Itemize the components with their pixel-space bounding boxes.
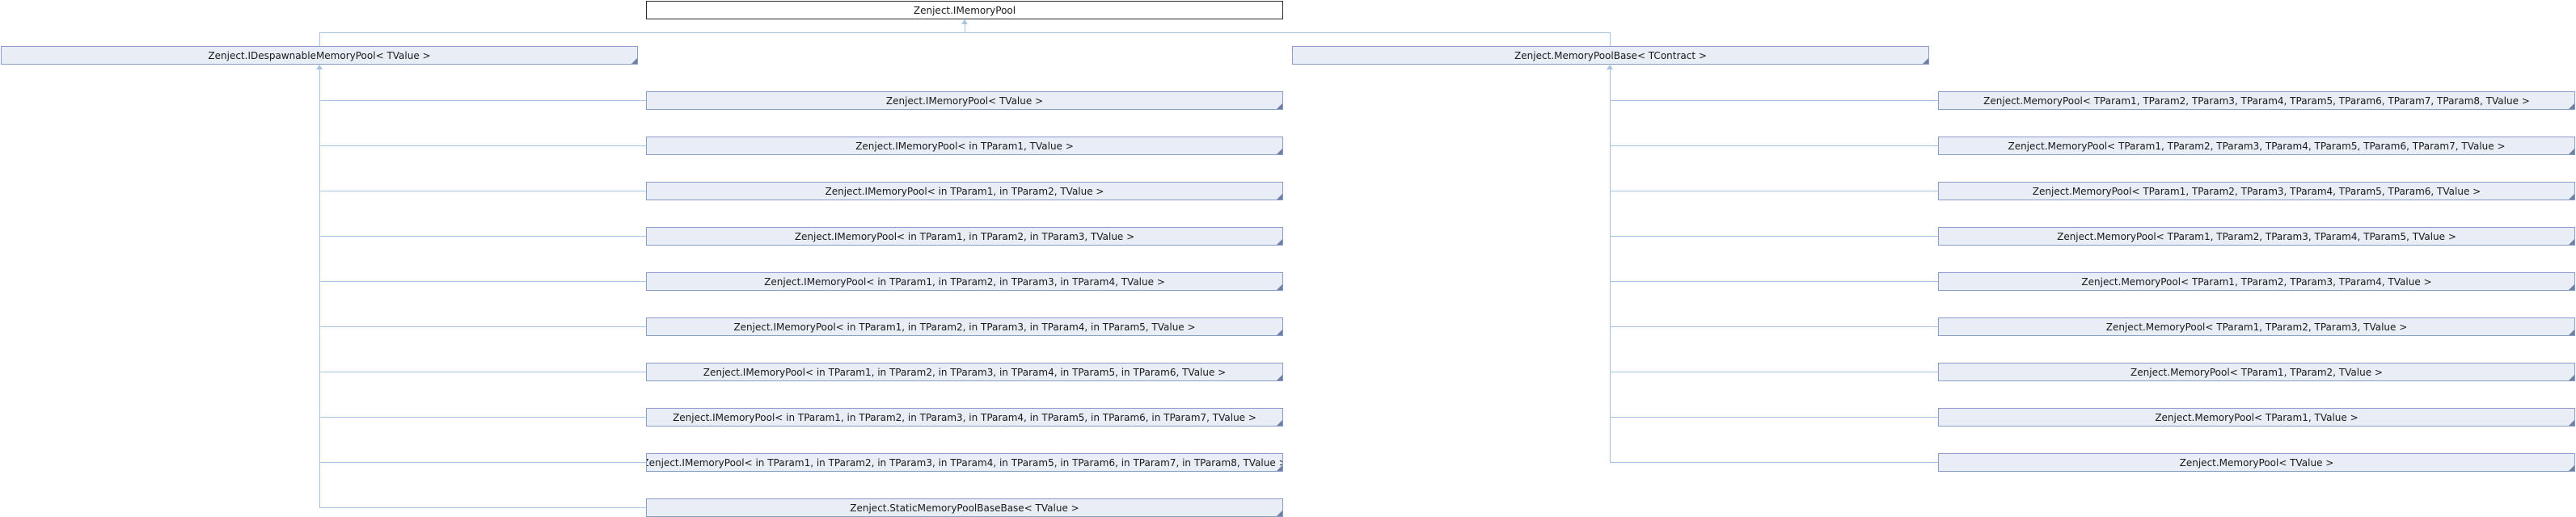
node-corner-marker — [2569, 194, 2574, 200]
node-right-child[interactable]: Zenject.MemoryPool< TParam1, TParam2, TP… — [1938, 317, 2575, 336]
connector-line — [319, 32, 1611, 33]
node-right-child[interactable]: Zenject.MemoryPool< TParam1, TValue > — [1938, 408, 2575, 427]
node-label: Zenject.IMemoryPool< in TParam1, in TPar… — [703, 366, 1227, 378]
node-right-child[interactable]: Zenject.MemoryPool< TParam1, TParam2, TP… — [1938, 272, 2575, 291]
node-right-child[interactable]: Zenject.MemoryPool< TParam1, TParam2, TV… — [1938, 363, 2575, 381]
connector-line — [1610, 281, 1938, 282]
node-left-child[interactable]: Zenject.IMemoryPool< in TParam1, in TPar… — [646, 363, 1283, 381]
node-left-child[interactable]: Zenject.IMemoryPool< in TParam1, in TPar… — [646, 453, 1283, 472]
connector-line — [319, 145, 646, 146]
node-label: Zenject.IMemoryPool< in TParam1, in TPar… — [764, 275, 1165, 288]
node-left-child[interactable]: Zenject.IMemoryPool< in TParam1, in TPar… — [646, 408, 1283, 427]
node-left-child[interactable]: Zenject.IMemoryPool< in TParam1, in TPar… — [646, 317, 1283, 336]
node-right-parent[interactable]: Zenject.MemoryPoolBase< TContract > — [1292, 46, 1929, 65]
connector-line — [319, 69, 320, 508]
connector-line — [1610, 145, 1938, 146]
node-left-child[interactable]: Zenject.IMemoryPool< in TParam1, in TPar… — [646, 227, 1283, 246]
node-label: Zenject.MemoryPool< TParam1, TParam2, TP… — [2008, 140, 2506, 152]
node-corner-marker — [2569, 465, 2574, 471]
node-left-parent[interactable]: Zenject.IDespawnableMemoryPool< TValue > — [1, 46, 638, 65]
node-corner-marker — [1277, 239, 1282, 245]
connector-line — [319, 417, 646, 418]
node-right-child[interactable]: Zenject.MemoryPool< TParam1, TParam2, TP… — [1938, 91, 2575, 110]
node-corner-marker — [1277, 330, 1282, 335]
node-corner-marker — [1277, 511, 1282, 516]
node-right-child[interactable]: Zenject.MemoryPool< TValue > — [1938, 453, 2575, 472]
node-corner-marker — [2569, 103, 2574, 109]
connector-line — [1610, 69, 1611, 463]
node-label: Zenject.IDespawnableMemoryPool< TValue > — [208, 49, 431, 61]
connector-line — [1610, 462, 1938, 463]
node-corner-marker — [2569, 149, 2574, 154]
node-left-child[interactable]: Zenject.IMemoryPool< TValue > — [646, 91, 1283, 110]
connector-line — [1610, 326, 1938, 327]
connector-line — [1610, 417, 1938, 418]
node-label: Zenject.IMemoryPool< in TParam1, in TPar… — [733, 321, 1196, 333]
node-left-child[interactable]: Zenject.IMemoryPool< in TParam1, TValue … — [646, 137, 1283, 155]
connector-line — [319, 281, 646, 282]
node-right-child[interactable]: Zenject.MemoryPool< TParam1, TParam2, TP… — [1938, 137, 2575, 155]
connector-line — [1610, 32, 1611, 46]
connector-line — [319, 507, 646, 508]
node-corner-marker — [1277, 465, 1282, 471]
connector-line — [319, 100, 646, 101]
node-label: Zenject.MemoryPool< TParam1, TValue > — [2155, 411, 2359, 423]
node-label: Zenject.IMemoryPool< TValue > — [885, 95, 1044, 107]
node-label: Zenject.MemoryPool< TParam1, TParam2, TP… — [1983, 95, 2530, 107]
node-corner-marker — [2569, 330, 2574, 335]
node-right-child[interactable]: Zenject.MemoryPool< TParam1, TParam2, TP… — [1938, 227, 2575, 246]
node-corner-marker — [2569, 420, 2574, 426]
node-label: Zenject.IMemoryPool< in TParam1, in TPar… — [825, 185, 1104, 197]
node-corner-marker — [2569, 375, 2574, 380]
node-label: Zenject.IMemoryPool< in TParam1, TValue … — [855, 140, 1074, 152]
connector-line — [319, 236, 646, 237]
connector-line — [319, 462, 646, 463]
node-root[interactable]: Zenject.IMemoryPool — [646, 1, 1283, 19]
connector-line — [319, 326, 646, 327]
node-corner-marker — [1923, 58, 1928, 64]
node-corner-marker — [1277, 194, 1282, 200]
node-label: Zenject.MemoryPoolBase< TContract > — [1514, 49, 1707, 61]
node-label: Zenject.IMemoryPool< in TParam1, in TPar… — [646, 456, 1283, 469]
inheritance-diagram: Zenject.IMemoryPool Zenject.IDespawnable… — [0, 0, 2576, 517]
node-corner-marker — [2569, 284, 2574, 290]
node-corner-marker — [1277, 103, 1282, 109]
node-label: Zenject.MemoryPool< TParam1, TParam2, TP… — [2081, 275, 2432, 288]
node-label: Zenject.MemoryPool< TParam1, TParam2, TV… — [2130, 366, 2383, 378]
node-corner-marker — [1277, 284, 1282, 290]
node-label: Zenject.IMemoryPool< in TParam1, in TPar… — [794, 230, 1135, 242]
node-left-child[interactable]: Zenject.IMemoryPool< in TParam1, in TPar… — [646, 182, 1283, 200]
node-right-child[interactable]: Zenject.MemoryPool< TParam1, TParam2, TP… — [1938, 182, 2575, 200]
node-left-child[interactable]: Zenject.StaticMemoryPoolBaseBase< TValue… — [646, 498, 1283, 517]
connector-line — [1610, 100, 1938, 101]
node-corner-marker — [2569, 239, 2574, 245]
connector-line — [1610, 236, 1938, 237]
node-label: Zenject.IMemoryPool< in TParam1, in TPar… — [673, 411, 1256, 423]
node-label: Zenject.IMemoryPool — [913, 4, 1016, 16]
node-corner-marker — [631, 58, 637, 64]
node-left-child[interactable]: Zenject.IMemoryPool< in TParam1, in TPar… — [646, 272, 1283, 291]
node-label: Zenject.MemoryPool< TValue > — [2179, 456, 2334, 469]
node-label: Zenject.StaticMemoryPoolBaseBase< TValue… — [850, 502, 1079, 514]
node-corner-marker — [1277, 149, 1282, 154]
node-label: Zenject.MemoryPool< TParam1, TParam2, TP… — [2032, 185, 2481, 197]
node-label: Zenject.MemoryPool< TParam1, TParam2, TP… — [2105, 321, 2408, 333]
node-label: Zenject.MemoryPool< TParam1, TParam2, TP… — [2057, 230, 2456, 242]
node-corner-marker — [1277, 375, 1282, 380]
node-corner-marker — [1277, 420, 1282, 426]
connector-line — [319, 32, 320, 46]
